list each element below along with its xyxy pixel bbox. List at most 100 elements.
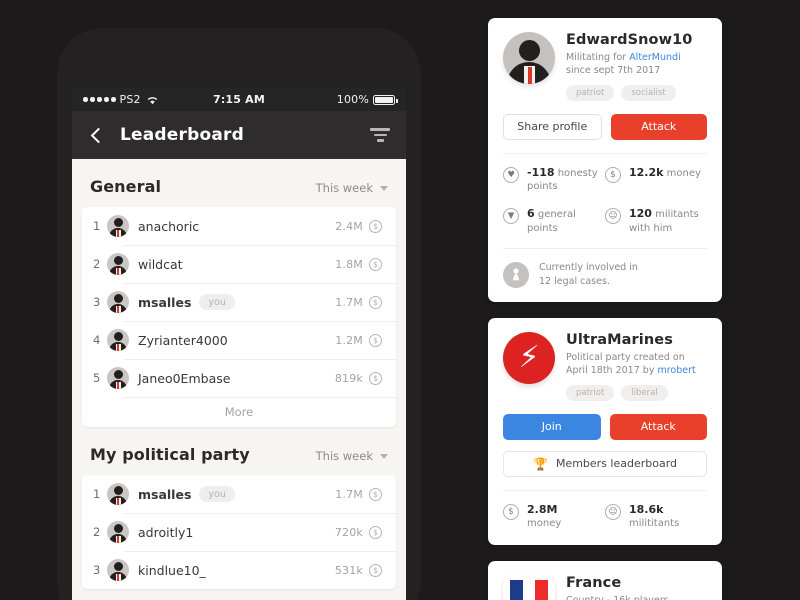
avatar [107, 367, 129, 389]
table-row[interactable]: 2 wildcat 1.8M $ [82, 245, 396, 283]
flag-france-icon [503, 574, 555, 600]
leaderboard-list-general: 1 anachoric 2.4M $ 2 wildcat 1.8M $ 3 ms… [82, 207, 396, 427]
country-card: France Country - 16k players Current pre… [488, 560, 722, 600]
profile-card-body: EdwardSnow10 Militating for AlterMundi s… [566, 32, 707, 101]
score-label: 1.7M [335, 487, 363, 501]
avatar [107, 483, 129, 505]
country-name: France [566, 574, 622, 591]
table-row[interactable]: 1 msalles you 1.7M $ [82, 475, 396, 513]
chevron-left-icon[interactable] [88, 127, 104, 143]
rank-label: 4 [93, 333, 101, 347]
score-label: 1.2M [335, 333, 363, 347]
stat-text: 120 militants with him [629, 207, 707, 235]
country-subtitle: Country - 16k players Current president … [566, 595, 707, 600]
party-creator-link[interactable]: mrobert [657, 365, 695, 376]
score-label: 1.8M [335, 257, 363, 271]
tag-chip: patriot [566, 84, 615, 101]
section-title: My political party [90, 445, 250, 464]
profile-card: EdwardSnow10 Militating for AlterMundi s… [488, 18, 722, 302]
table-row[interactable]: 3 kindlue10_ 531k $ [82, 551, 396, 589]
cards-column: EdwardSnow10 Militating for AlterMundi s… [488, 18, 722, 600]
more-button[interactable]: More [82, 397, 396, 427]
score-label: 819k [334, 371, 363, 385]
stat-label: milititants [629, 518, 680, 530]
profile-sub-suffix: since sept 7th 2017 [566, 64, 661, 76]
table-row[interactable]: 5 Janeo0Embase 819k $ [82, 359, 396, 397]
table-row[interactable]: 2 adroitly1 720k $ [82, 513, 396, 551]
gavel-icon [503, 261, 529, 288]
section-header-party: My political party This week [72, 427, 406, 475]
party-name: UltraMarines [566, 331, 673, 348]
avatar [107, 559, 129, 581]
share-profile-button[interactable]: Share profile [503, 113, 602, 140]
stat-value: 12.2k [629, 165, 664, 179]
attack-button[interactable]: Attack [610, 113, 707, 140]
stat-label: money [527, 518, 562, 530]
table-row[interactable]: 1 anachoric 2.4M $ [82, 207, 396, 245]
badge-icon: ▼ [503, 207, 519, 224]
country-card-body: France Country - 16k players Current pre… [566, 575, 707, 600]
tag-chip: socialist [621, 84, 676, 101]
avatar [107, 521, 129, 543]
party-card: ⚡ UltraMarines Political party created o… [488, 317, 722, 545]
leaderboard-content[interactable]: General This week 1 anachoric 2.4M $ 2 w… [72, 159, 406, 600]
bolt-glyph: ⚡ [518, 339, 540, 375]
coin-icon: $ [369, 563, 382, 577]
members-leaderboard-button[interactable]: 🏆 Members leaderboard [503, 450, 707, 477]
username-label: wildcat [138, 256, 183, 272]
profile-name: EdwardSnow10 [566, 32, 693, 48]
section-period-filter[interactable]: This week [316, 181, 388, 195]
table-row[interactable]: 3 msalles you 1.7M $ [82, 283, 396, 321]
coin-icon: $ [369, 525, 382, 539]
legal-line-2: 12 legal cases. [539, 275, 610, 287]
stat-text: 2.8M money [527, 503, 561, 531]
heart-icon: ♥ [503, 166, 519, 183]
stat-label: money [666, 167, 701, 179]
tag-chip: patriot [566, 384, 615, 401]
caret-down-icon [380, 185, 388, 191]
stat-label: general points [527, 208, 576, 234]
rank-label: 1 [93, 487, 101, 501]
coin-icon: $ [369, 487, 382, 501]
party-card-body: UltraMarines Political party created on … [566, 332, 707, 401]
caret-down-icon [380, 453, 388, 459]
stat-value: 18.6k [629, 502, 664, 516]
coin-icon: $ [369, 333, 382, 347]
stat-value: -118 [527, 165, 555, 179]
rank-label: 3 [93, 295, 101, 309]
clock-label: 7:15 AM [212, 93, 266, 106]
section-header-general: General This week [72, 159, 406, 207]
tag-chip: liberal [621, 384, 668, 401]
you-badge: you [199, 294, 235, 310]
stat-militants: ☺ 120 militants with him [605, 207, 707, 235]
username-label: anachoric [138, 218, 200, 234]
avatar [107, 291, 129, 313]
filter-icon[interactable] [370, 128, 390, 142]
username-label: msalles [138, 294, 192, 310]
attack-button[interactable]: Attack [609, 413, 707, 440]
status-bar-right: 100% [300, 93, 398, 106]
stat-money: $ 2.8M money [503, 503, 605, 531]
profile-actions: Share profile Attack [503, 113, 707, 140]
user-avatar-anonymous [503, 32, 555, 84]
coin-icon: $ [503, 503, 519, 520]
wifi-icon [147, 95, 158, 105]
score-label: 720k [334, 525, 363, 539]
table-row[interactable]: 4 Zyrianter4000 1.2M $ [82, 321, 396, 359]
section-period-label: This week [315, 449, 373, 463]
username-label: Zyrianter4000 [138, 332, 228, 348]
section-period-label: This week [315, 181, 373, 195]
phone-mockup: PS2 7:15 AM 100% Leaderboard General Thi… [57, 28, 421, 600]
profile-subtitle: Militating for AlterMundi since sept 7th… [566, 52, 707, 78]
country-players-label: Country - 16k players [566, 595, 707, 600]
section-period-filter[interactable]: This week [316, 449, 388, 463]
coin-icon: $ [605, 166, 621, 183]
rank-label: 2 [93, 257, 101, 271]
coin-icon: $ [369, 257, 382, 271]
profile-party-link[interactable]: AlterMundi [629, 52, 681, 63]
leaderboard-list-party: 1 msalles you 1.7M $ 2 adroitly1 720k $ [82, 475, 396, 589]
stat-value: 2.8M [527, 502, 558, 516]
page-title: Leaderboard [120, 125, 244, 145]
join-button[interactable]: Join [503, 413, 601, 440]
phone-screen: PS2 7:15 AM 100% Leaderboard General Thi… [72, 88, 406, 600]
